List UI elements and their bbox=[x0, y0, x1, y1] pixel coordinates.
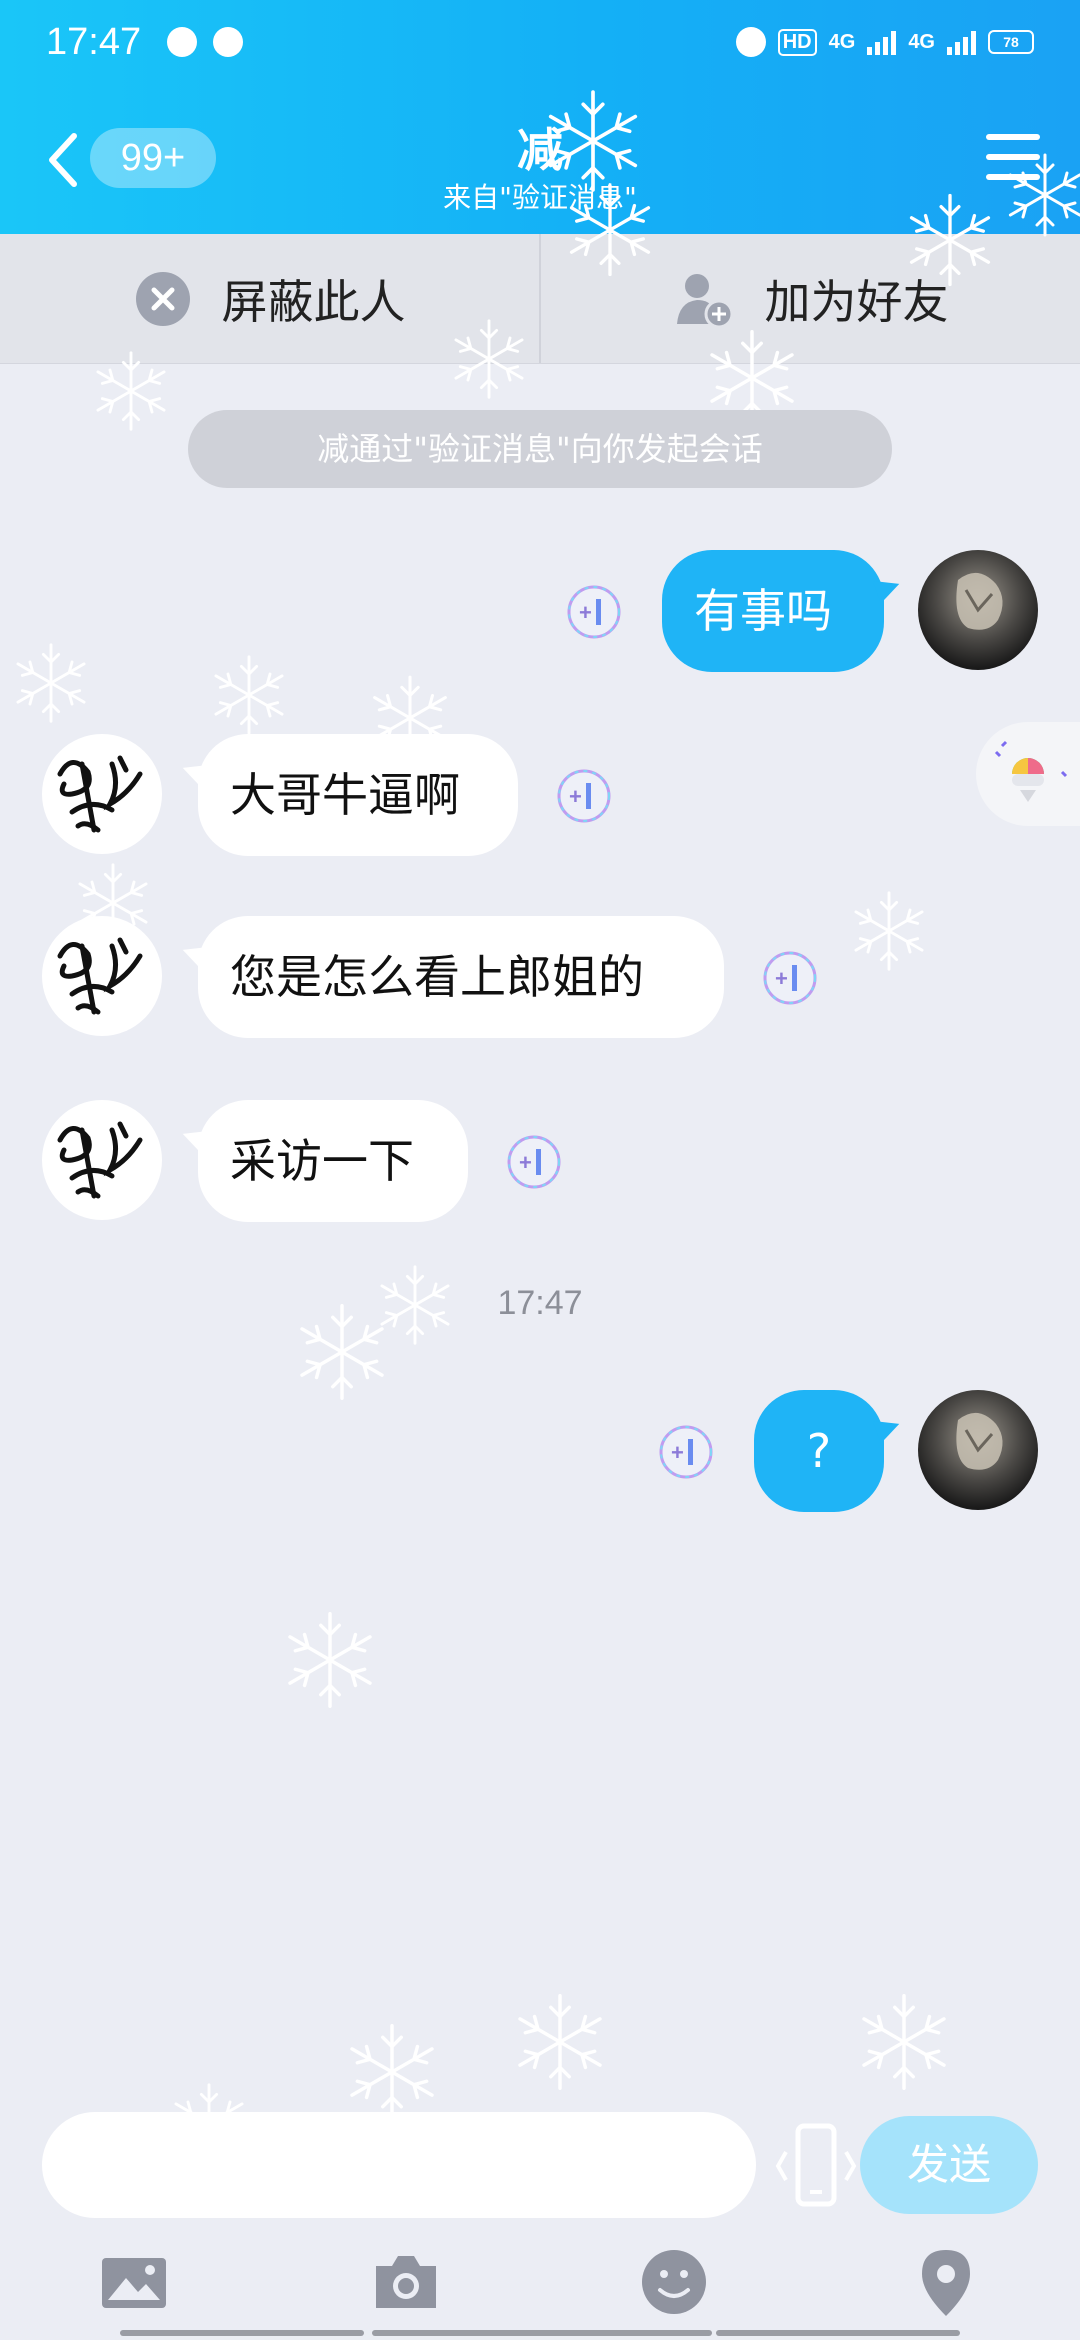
snowflake-icon bbox=[96, 351, 166, 431]
status-time: 17:47 bbox=[46, 20, 142, 63]
snowflake-icon bbox=[909, 193, 991, 287]
message-bubble-me[interactable]: 有事吗 bbox=[662, 550, 884, 672]
plus-one-icon[interactable] bbox=[556, 768, 612, 824]
avatar-image bbox=[956, 1412, 1003, 1470]
message-bubble-other[interactable]: 您是怎么看上郎姐的 bbox=[198, 916, 724, 1038]
location-icon[interactable] bbox=[910, 2246, 982, 2318]
microphone-icon bbox=[994, 740, 1068, 802]
time-divider: 17:47 bbox=[497, 1284, 583, 1322]
avatar-image bbox=[956, 572, 1003, 630]
message-input[interactable] bbox=[42, 2112, 756, 2218]
plus-one-icon[interactable] bbox=[566, 584, 622, 640]
nav-indicator bbox=[120, 2330, 364, 2336]
message-bubble-other[interactable]: 采访一下 bbox=[198, 1100, 468, 1222]
block-icon bbox=[135, 271, 190, 326]
status-bar: 17:47 HD 4G 4G 78 bbox=[0, 0, 1080, 84]
block-user-label: 屏蔽此人 bbox=[221, 274, 406, 329]
contact-avatar[interactable] bbox=[42, 1100, 162, 1220]
plus-one-icon[interactable] bbox=[658, 1424, 714, 1480]
voice-assistant-button[interactable] bbox=[976, 722, 1080, 826]
signal-icon-1 bbox=[867, 29, 897, 55]
snowflake-icon bbox=[16, 643, 86, 723]
hd-label: HD bbox=[777, 28, 817, 56]
image-icon[interactable] bbox=[98, 2246, 170, 2318]
contact-avatar[interactable] bbox=[42, 916, 162, 1036]
add-friend-icon bbox=[676, 273, 733, 328]
game-icon bbox=[213, 27, 244, 57]
contact-avatar[interactable] bbox=[42, 734, 162, 854]
plus-one-icon[interactable] bbox=[506, 1134, 562, 1190]
nav-indicator bbox=[716, 2330, 960, 2336]
alarm-icon bbox=[735, 27, 766, 57]
status-right-icons: HD 4G 4G 78 bbox=[735, 27, 1034, 57]
my-avatar[interactable] bbox=[918, 550, 1038, 670]
emoji-icon[interactable] bbox=[638, 2246, 710, 2318]
battery-icon: 78 bbox=[988, 30, 1034, 54]
nav-indicator bbox=[372, 2330, 712, 2336]
message-bubble-me[interactable]: ? bbox=[754, 1390, 884, 1512]
avatar-image bbox=[42, 734, 162, 854]
speedometer-icon bbox=[167, 27, 198, 57]
send-button[interactable]: 发送 bbox=[860, 2116, 1038, 2214]
snowflake-icon bbox=[862, 1994, 946, 2090]
system-notice: 减通过"验证消息"向你发起会话 bbox=[188, 410, 892, 488]
avatar-image bbox=[42, 916, 162, 1036]
snowflake-icon bbox=[854, 891, 924, 971]
message-bubble-other[interactable]: 大哥牛逼啊 bbox=[198, 734, 518, 856]
avatar-image bbox=[42, 1100, 162, 1220]
snowflake-icon bbox=[288, 1612, 372, 1708]
snowflake-icon bbox=[518, 1994, 602, 2090]
snowflake-icon bbox=[350, 2024, 434, 2120]
plus-one-icon[interactable] bbox=[762, 950, 818, 1006]
status-left-icons bbox=[167, 27, 244, 57]
shake-window-icon[interactable] bbox=[768, 2118, 864, 2214]
my-avatar[interactable] bbox=[918, 1390, 1038, 1510]
composer-toolbar bbox=[0, 2240, 1080, 2340]
signal-icon-2 bbox=[947, 29, 976, 55]
snowflake-icon bbox=[454, 319, 524, 399]
snowflake-icon bbox=[1008, 153, 1080, 237]
camera-icon[interactable] bbox=[370, 2246, 442, 2318]
snowflake-icon bbox=[214, 655, 284, 735]
network-type-1: 4G bbox=[828, 30, 856, 53]
network-type-2: 4G bbox=[908, 30, 935, 53]
snowflake-icon bbox=[569, 183, 651, 277]
